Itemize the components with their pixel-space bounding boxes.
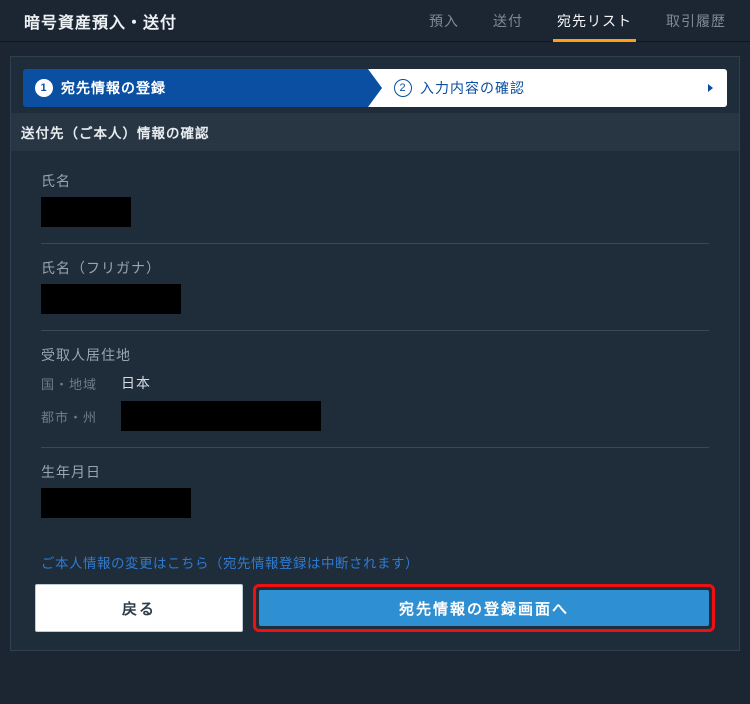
field-name: 氏名 [41,157,709,244]
field-label: 生年月日 [41,462,709,482]
step-register: 1 宛先情報の登録 [23,69,368,107]
section-title: 送付先（ご本人）情報の確認 [11,113,739,151]
chevron-right-icon [708,84,713,92]
field-name-kana: 氏名（フリガナ） [41,244,709,331]
field-value-redacted [41,284,181,314]
page-title: 暗号資産預入・送付 [24,9,429,33]
field-dob: 生年月日 [41,448,709,534]
content-card: 1 宛先情報の登録 2 入力内容の確認 送付先（ご本人）情報の確認 氏名 氏名（… [10,56,740,651]
back-button[interactable]: 戻る [35,584,243,632]
fields: 氏名 氏名（フリガナ） 受取人居住地 国・地域 日本 都市・州 生年月日 [23,151,727,534]
step-confirm: 2 入力内容の確認 [368,69,727,107]
step-label: 入力内容の確認 [420,78,525,98]
tab-address-list[interactable]: 宛先リスト [557,0,632,41]
field-value-redacted [41,488,191,518]
field-label: 氏名（フリガナ） [41,258,709,278]
field-label: 氏名 [41,171,709,191]
field-value-redacted [41,197,131,227]
country-value: 日本 [121,373,151,393]
header-tabs: 預入 送付 宛先リスト 取引履歴 [429,0,726,41]
tab-deposit[interactable]: 預入 [429,0,459,41]
submit-button[interactable]: 宛先情報の登録画面へ [259,590,709,626]
page-header: 暗号資産預入・送付 預入 送付 宛先リスト 取引履歴 [0,0,750,42]
submit-button-highlight: 宛先情報の登録画面へ [253,584,715,632]
change-personal-info-link[interactable]: ご本人情報の変更はこちら（宛先情報登録は中断されます） [41,552,727,572]
field-label: 受取人居住地 [41,345,709,365]
button-row: 戻る 宛先情報の登録画面へ [23,584,727,632]
stepper: 1 宛先情報の登録 2 入力内容の確認 [23,69,727,107]
sub-label-country: 国・地域 [41,374,107,393]
field-value-redacted [121,401,321,431]
field-residence: 受取人居住地 国・地域 日本 都市・州 [41,331,709,448]
tab-history[interactable]: 取引履歴 [666,0,726,41]
step-label: 宛先情報の登録 [61,78,166,98]
step-number-icon: 1 [35,79,53,97]
tab-send[interactable]: 送付 [493,0,523,41]
step-number-icon: 2 [394,79,412,97]
sub-label-city: 都市・州 [41,407,107,426]
